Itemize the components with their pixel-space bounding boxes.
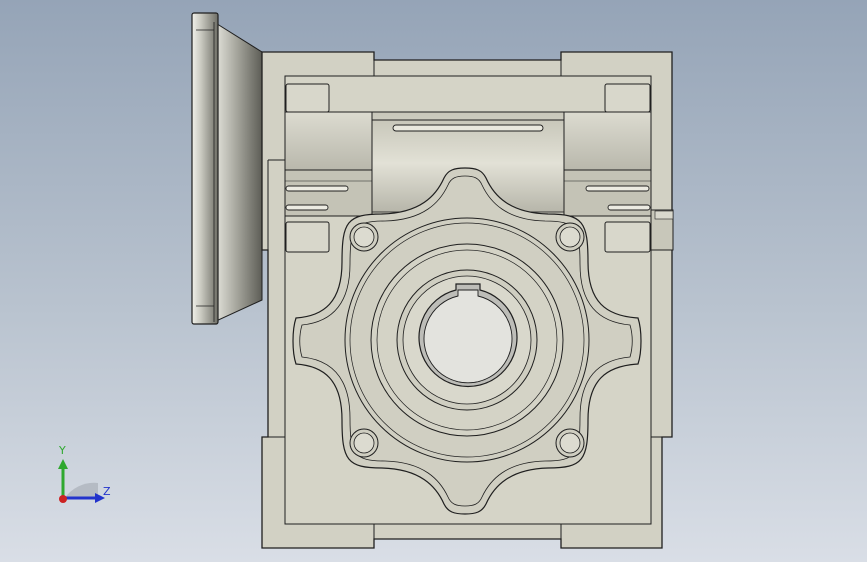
y-axis-label: Y xyxy=(59,444,66,457)
x-axis-marker xyxy=(59,495,67,503)
axis-triad: Y Z xyxy=(50,443,120,513)
graphics-viewport[interactable]: Y Z xyxy=(0,0,867,562)
z-axis-label: Z xyxy=(103,485,111,498)
gearbox-model[interactable] xyxy=(0,0,867,562)
motor-flange[interactable] xyxy=(191,12,263,325)
